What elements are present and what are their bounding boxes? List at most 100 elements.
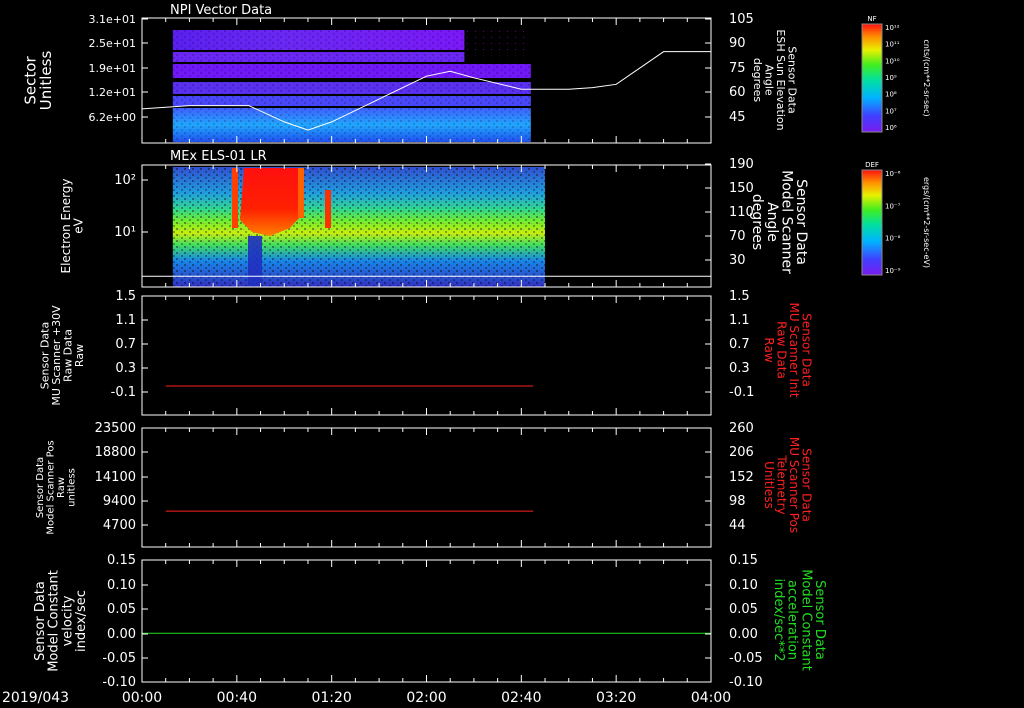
y2-axis-label: Sensor DataMU Scanner PosTelemetryUnitle… [762, 437, 814, 533]
colorbar-tick-label: 10⁸ [885, 91, 897, 99]
y2-tick-label: 44 [729, 518, 746, 533]
x-tick-label: 00:40 [217, 690, 257, 706]
axis-label-line: degrees [749, 194, 765, 250]
colorbar-tick-label: 10¹¹ [885, 41, 900, 49]
y2-tick-label: 70 [729, 229, 746, 244]
panel-frame-3 [141, 295, 712, 416]
colorbar-units: cnts/(cm**2-sr-sec) [922, 39, 931, 116]
colorbar-tick-label: 10⁻⁹ [885, 267, 901, 275]
colorbar-gradient [861, 23, 883, 133]
axis-label-line: eV [72, 217, 86, 233]
y-tick-label: 0.3 [115, 361, 136, 376]
y2-tick-label: 75 [729, 61, 746, 76]
x-tick-label: 04:00 [691, 690, 731, 706]
axis-label-line: Model Scanner [778, 170, 794, 274]
els-heatmap [172, 167, 546, 287]
panel-title: MEx ELS-01 LR [170, 149, 267, 164]
y2-tick-label: 98 [729, 494, 746, 509]
y2-tick-label: 0.00 [729, 627, 758, 642]
multi-panel-chart: 3.1e+01 2.5e+01 1.9e+01 1.2e+01 6.2e+00 105 90… [2, 3, 931, 706]
y-tick-label: 1.5 [115, 289, 136, 304]
colorbar-tick-label: 10⁻⁷ [885, 202, 901, 210]
axis-label-line: index/sec**2 [771, 578, 786, 661]
y-tick-label: -0.1 [111, 385, 136, 400]
axes-box [141, 295, 712, 416]
colorbar-units: ergs/(cm**2-sr-sec-eV) [922, 177, 931, 268]
colorbar-2 [861, 169, 883, 276]
x-tick-label: 02:00 [406, 690, 446, 706]
y2-tick-label: 90 [729, 36, 746, 51]
y2-tick-label: 206 [729, 445, 754, 460]
y-axis-label: Sensor DataModel Constantvelocityindex/s… [33, 570, 89, 672]
y2-tick-label: 0.3 [729, 361, 750, 376]
axes-box [141, 559, 712, 683]
y2-axis-label: Sensor DataModel ScannerAngledegrees [749, 170, 809, 274]
x-tick-label: 02:40 [501, 690, 541, 706]
y-tick-label: 0.10 [107, 578, 136, 593]
y2-tick-label: -0.05 [729, 651, 763, 666]
els-burst-left [232, 168, 238, 228]
y-tick-label: -0.10 [102, 675, 136, 690]
y-axis-label: SectorUnitless [21, 51, 55, 111]
y-axis-label: Electron EnergyeV [59, 178, 86, 273]
els-burst-streak-1 [298, 168, 304, 218]
y2-tick-label: 260 [729, 421, 754, 436]
y2-tick-label: -0.10 [729, 675, 763, 690]
y2-axis-label: Sensor DataMU Scanner InitRaw DataRaw [762, 302, 814, 397]
y2-axis-label: Sensor DataESH Sun ElevationAngledegrees [751, 29, 799, 130]
y2-tick-label: 0.10 [729, 578, 758, 593]
y2-tick-label: 152 [729, 470, 754, 485]
colorbar-tick-label: 10¹⁰ [885, 57, 900, 65]
axis-label-line: Raw [56, 477, 67, 498]
colorbar-1 [861, 23, 883, 133]
y2-tick-label: 1.5 [729, 289, 750, 304]
y2-tick-label: 60 [729, 85, 746, 100]
y-axis-label: Sensor Data Model Scanner Pos Raw unitless [35, 440, 78, 534]
axis-label-line: unitless [66, 468, 77, 507]
els-dropout [248, 236, 262, 286]
y2-tick-label: -0.1 [729, 385, 754, 400]
y-tick-label: 3.1e+01 [89, 13, 136, 26]
x-tick-label: 00:00 [122, 690, 162, 706]
y-tick-label: 0.15 [107, 553, 136, 568]
colorbar-gradient [861, 169, 883, 276]
colorbar-tick-label: 10¹² [885, 24, 900, 32]
date-label: 2019/043 [2, 690, 69, 706]
axis-label-line: Raw [73, 344, 86, 367]
npi-heatmap [172, 30, 531, 142]
y-tick-label: 18800 [95, 445, 136, 460]
panel-frame-5 [141, 559, 712, 683]
els-burst-streak-2 [325, 190, 331, 228]
colorbar-tick-label: 10⁹ [885, 74, 897, 82]
y-tick-label: 1.9e+01 [89, 62, 136, 75]
x-tick-label: 01:20 [311, 690, 351, 706]
panel-frame-4 [141, 427, 712, 548]
colorbar-label: DEF [865, 161, 879, 169]
x-tick-label: 03:20 [596, 690, 636, 706]
y-tick-label: 1.1 [115, 313, 136, 328]
y-tick-label: 0.00 [107, 627, 136, 642]
y2-tick-label: 1.1 [729, 313, 750, 328]
y-tick-label: 10¹ [114, 225, 136, 240]
y2-axis-label: Sensor DataModel Constantaccelerationind… [771, 569, 827, 671]
npi-sparse [464, 30, 531, 50]
y2-tick-label: 0.05 [729, 602, 758, 617]
axis-label-line: Unitless [37, 51, 55, 111]
y-tick-label: 9400 [103, 494, 136, 509]
y-tick-label: -0.05 [102, 651, 136, 666]
y2-tick-label: 0.7 [729, 337, 750, 352]
panel-title: NPI Vector Data [170, 3, 272, 18]
axis-label-line: Unitless [762, 461, 776, 509]
axis-label-line: index/sec [74, 590, 89, 652]
y-tick-label: 10² [114, 173, 136, 188]
colorbar-tick-label: 10⁻⁶ [885, 170, 901, 178]
y2-tick-label: 0.15 [729, 553, 758, 568]
y2-tick-label: 45 [729, 110, 746, 125]
axis-label-line: Sensor Data [793, 179, 809, 265]
axes-box [141, 427, 712, 548]
axis-label-line: Raw [762, 337, 776, 362]
y-tick-label: 2.5e+01 [89, 37, 136, 50]
axis-label-line: degrees [751, 58, 764, 103]
y-tick-label: 0.05 [107, 602, 136, 617]
axis-label-line: Sensor Data [35, 457, 46, 518]
